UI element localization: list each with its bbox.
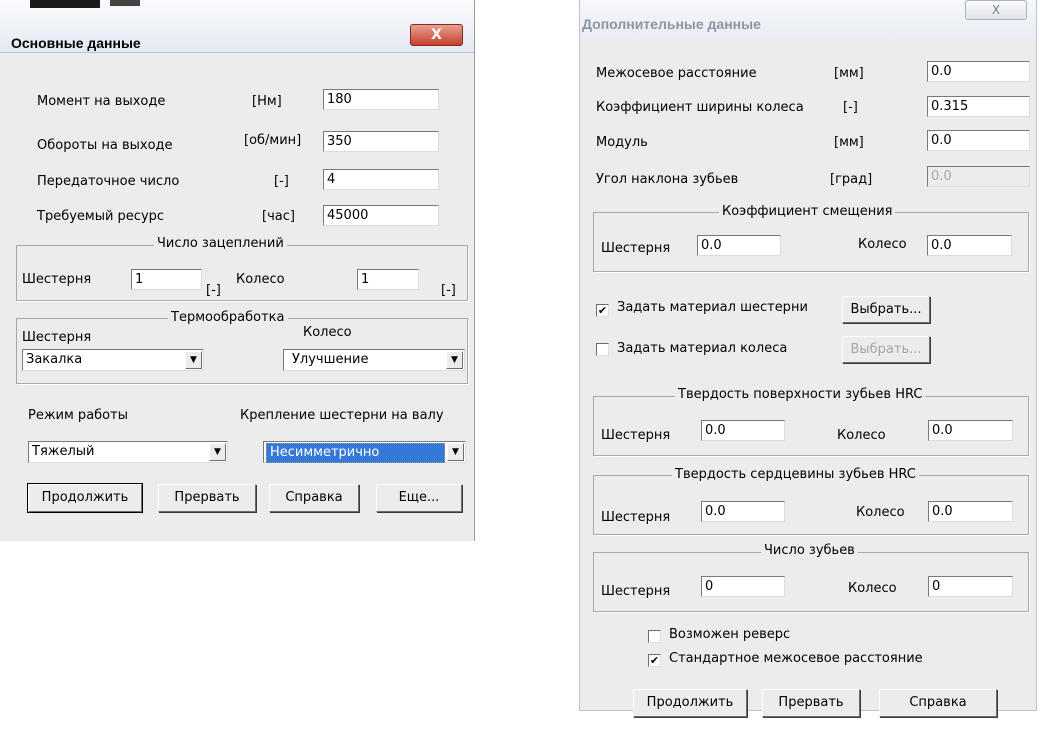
- torque-label: Момент на выходе: [37, 94, 166, 109]
- heat-wheel-label: Колесо: [303, 325, 352, 340]
- core-hardness-legend: Твердость сердцевины зубьев HRC: [672, 467, 919, 482]
- ratio-label: Передаточное число: [37, 174, 180, 189]
- heat-pinion-select[interactable]: Закалка ▼: [22, 349, 204, 371]
- engagements-pinion-unit: [-]: [206, 283, 221, 298]
- helix-angle-unit: [град]: [830, 172, 873, 187]
- core-pinion-input[interactable]: 0.0: [701, 501, 785, 522]
- choose-pinion-material-button[interactable]: Выбрать...: [842, 296, 930, 323]
- main-dialog-title: Основные данные: [11, 35, 141, 51]
- extra-dialog-close-button[interactable]: X: [965, 0, 1027, 20]
- choose-wheel-material-button: Выбрать...: [842, 336, 930, 363]
- extra-dialog-title: Дополнительные данные: [582, 16, 761, 32]
- engagements-wheel-input[interactable]: 1: [357, 269, 419, 290]
- speed-label: Обороты на выходе: [37, 138, 173, 153]
- mount-label: Крепление шестерни на валу: [240, 408, 444, 423]
- shift-pinion-label: Шестерня: [601, 241, 671, 256]
- set-wheel-material-label: Задать материал колеса: [617, 341, 788, 356]
- more-button[interactable]: Еще...: [376, 484, 462, 512]
- ratio-input[interactable]: 4: [323, 169, 439, 190]
- close-icon: X: [431, 27, 442, 43]
- torque-unit: [Нм]: [252, 94, 282, 109]
- core-wheel-input[interactable]: 0.0: [928, 501, 1013, 522]
- engagements-pinion-label: Шестерня: [22, 272, 92, 287]
- width-coef-unit: [-]: [843, 100, 858, 115]
- engagements-wheel-unit: [-]: [441, 283, 456, 298]
- standard-distance-label: Стандартное межосевое расстояние: [669, 651, 923, 666]
- abort-button[interactable]: Прервать: [158, 484, 256, 512]
- surface-pinion-label: Шестерня: [601, 428, 671, 443]
- titlebar-dark-strip: [30, 0, 100, 8]
- engagements-pinion-input[interactable]: 1: [131, 269, 202, 290]
- help-button[interactable]: Справка: [269, 484, 359, 512]
- teeth-legend: Число зубьев: [761, 543, 858, 558]
- mode-label: Режим работы: [28, 408, 128, 423]
- set-pinion-material-label: Задать материал шестерни: [617, 300, 808, 315]
- core-wheel-label: Колесо: [856, 505, 905, 520]
- continue-button[interactable]: Продолжить: [27, 483, 143, 513]
- teeth-wheel-input[interactable]: 0: [928, 576, 1013, 597]
- mode-select[interactable]: Тяжелый ▼: [28, 441, 228, 463]
- reverse-label: Возможен реверс: [669, 627, 791, 642]
- surface-wheel-label: Колесо: [837, 428, 886, 443]
- extra-abort-button[interactable]: Прервать: [762, 689, 860, 717]
- teeth-wheel-label: Колесо: [848, 581, 897, 596]
- main-dialog-close-button[interactable]: X: [410, 24, 463, 46]
- surface-hardness-legend: Твердость поверхности зубьев HRC: [675, 387, 926, 402]
- heat-pinion-label: Шестерня: [22, 330, 92, 345]
- mode-value: Тяжелый: [32, 444, 95, 459]
- extra-data-dialog: Дополнительные данные X Межосевое рассто…: [579, 0, 1037, 717]
- surface-wheel-input[interactable]: 0.0: [928, 420, 1013, 441]
- teeth-pinion-input[interactable]: 0: [701, 576, 785, 597]
- mount-select[interactable]: Несимметрично ▼: [263, 441, 466, 463]
- lifetime-label: Требуемый ресурс: [37, 209, 165, 224]
- center-distance-unit: [мм]: [834, 66, 864, 81]
- shift-pinion-input[interactable]: 0.0: [697, 235, 781, 256]
- close-icon: X: [991, 3, 1001, 17]
- heat-pinion-value: Закалка: [26, 352, 83, 367]
- surface-pinion-input[interactable]: 0.0: [701, 420, 785, 441]
- helix-angle-input: 0.0: [927, 166, 1030, 187]
- module-input[interactable]: 0.0: [927, 130, 1030, 151]
- lifetime-input[interactable]: 45000: [323, 205, 439, 226]
- width-coef-input[interactable]: 0.315: [927, 96, 1030, 117]
- set-pinion-material-checkbox[interactable]: ✔: [596, 304, 609, 317]
- speed-unit: [об/мин]: [244, 133, 302, 148]
- reverse-checkbox[interactable]: [648, 630, 661, 643]
- heat-wheel-select[interactable]: Улучшение ▼: [283, 349, 465, 371]
- mount-value: Несимметрично: [266, 443, 445, 463]
- engagements-wheel-label: Колесо: [236, 272, 285, 287]
- extra-continue-button[interactable]: Продолжить: [633, 689, 747, 717]
- speed-input[interactable]: 350: [323, 131, 439, 152]
- heat-treatment-legend: Термообработка: [168, 310, 288, 325]
- shift-wheel-input[interactable]: 0.0: [927, 235, 1012, 256]
- core-pinion-label: Шестерня: [601, 510, 671, 525]
- module-unit: [мм]: [834, 135, 864, 150]
- heat-wheel-value: Улучшение: [292, 352, 369, 367]
- torque-input[interactable]: 180: [323, 89, 439, 110]
- extra-dialog-titlebar: Дополнительные данные X: [580, 0, 1036, 40]
- chevron-down-icon[interactable]: ▼: [209, 443, 226, 461]
- lifetime-unit: [час]: [262, 209, 295, 224]
- helix-angle-label: Угол наклона зубьев: [596, 172, 739, 187]
- titlebar-dark-strip-2: [110, 0, 140, 6]
- set-wheel-material-checkbox[interactable]: [596, 343, 609, 356]
- extra-help-button[interactable]: Справка: [879, 689, 997, 717]
- center-distance-label: Межосевое расстояние: [596, 66, 757, 81]
- main-data-dialog: Основные данные X Момент на выходе [Нм] …: [0, 0, 475, 541]
- chevron-down-icon[interactable]: ▼: [185, 351, 202, 369]
- main-dialog-titlebar: Основные данные X: [0, 0, 474, 53]
- shift-legend: Коэффициент смещения: [719, 204, 896, 219]
- standard-distance-checkbox[interactable]: ✔: [648, 654, 661, 667]
- chevron-down-icon[interactable]: ▼: [446, 351, 463, 369]
- center-distance-input[interactable]: 0.0: [927, 61, 1030, 82]
- ratio-unit: [-]: [274, 174, 289, 189]
- module-label: Модуль: [596, 135, 648, 150]
- teeth-pinion-label: Шестерня: [601, 584, 671, 599]
- engagements-legend: Число зацеплений: [154, 236, 287, 251]
- chevron-down-icon[interactable]: ▼: [447, 443, 464, 461]
- shift-wheel-label: Колесо: [858, 237, 907, 252]
- width-coef-label: Коэффициент ширины колеса: [596, 100, 804, 115]
